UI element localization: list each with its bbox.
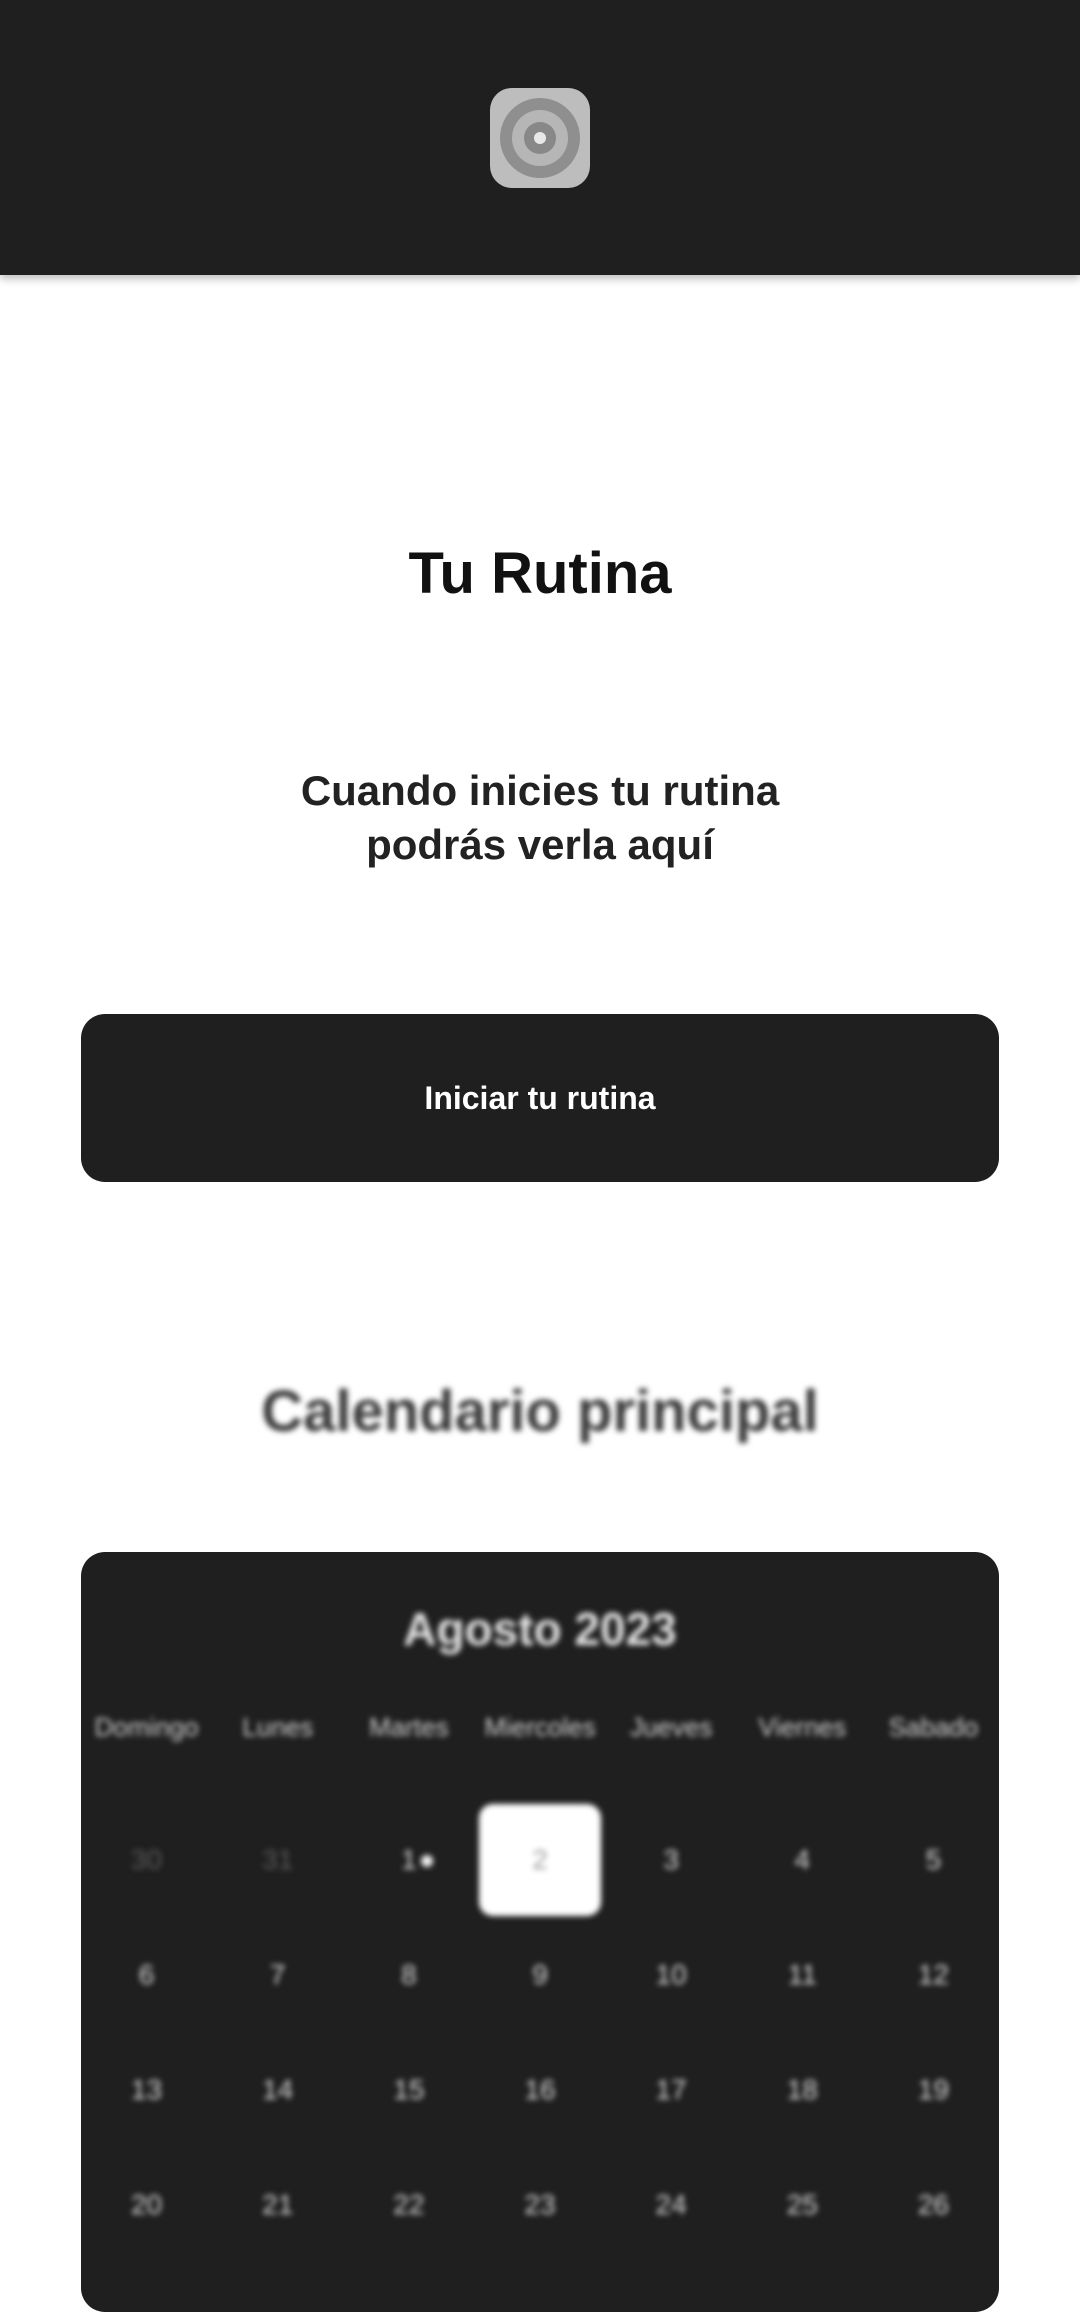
calendar-day[interactable]: 7 — [212, 1917, 343, 2032]
calendar-day-number: 9 — [532, 1958, 548, 1990]
calendar-day-number: 18 — [786, 2073, 818, 2105]
calendar-day-number: 22 — [393, 2188, 425, 2220]
calendar-day[interactable]: 12 — [868, 1917, 999, 2032]
calendar-day[interactable]: 1 — [343, 1802, 474, 1917]
calendar-day[interactable]: 18 — [737, 2032, 868, 2147]
calendar-day-selected[interactable]: 2 — [474, 1802, 605, 1917]
calendar-day[interactable]: 26 — [868, 2147, 999, 2262]
calendar-day-number: 4 — [794, 1843, 811, 1875]
weekday-label: Martes — [369, 1712, 449, 1742]
calendar-day[interactable]: 17 — [606, 2032, 737, 2147]
calendar-weekday-row: Domingo Lunes Martes Miercoles Jueves Vi… — [81, 1712, 999, 1743]
calendar-day-number: 3 — [663, 1843, 679, 1875]
calendar-week-row: 20 21 22 23 24 25 26 — [81, 2147, 999, 2262]
calendar-day-number: 31 — [262, 1843, 294, 1875]
calendar-day-number: 17 — [655, 2073, 687, 2105]
calendar-day-number: 12 — [917, 1958, 949, 1990]
page-title: Tu Rutina — [408, 541, 672, 606]
calendar-day-number: 11 — [787, 1958, 817, 1990]
calendar-day-number: 26 — [917, 2188, 949, 2220]
calendar-day[interactable]: 20 — [81, 2147, 212, 2262]
calendar-day-number: 25 — [786, 2188, 818, 2220]
calendar-day[interactable]: 5 — [868, 1802, 999, 1917]
calendar-day[interactable]: 16 — [474, 2032, 605, 2147]
calendar-day-number: 7 — [269, 1958, 286, 1990]
app-header — [0, 0, 1080, 275]
calendar-day[interactable]: 25 — [737, 2147, 868, 2262]
empty-state-message: Cuando inicies tu rutina podrás verla aq… — [240, 764, 840, 872]
calendar-day-number: 1 — [401, 1843, 417, 1875]
weekday-label: Domingo — [94, 1712, 199, 1742]
calendar-day-number: 20 — [130, 2188, 163, 2220]
start-routine-button[interactable]: Iniciar tu rutina — [81, 1014, 999, 1182]
calendar-day-number: 13 — [130, 2073, 163, 2105]
calendar-month-label: Agosto 2023 — [403, 1603, 677, 1655]
calendar-day[interactable]: 10 — [606, 1917, 737, 2032]
calendar-day-number: 23 — [524, 2188, 556, 2220]
calendar-day-number: 19 — [917, 2073, 949, 2105]
calendar-day-number: 5 — [925, 1843, 942, 1875]
calendar-day-number: 14 — [262, 2073, 294, 2105]
calendar-week-row: 13 14 15 16 17 18 19 — [81, 2032, 999, 2147]
mandala-logo-icon — [490, 88, 590, 188]
calendar-day[interactable]: 30 — [81, 1802, 212, 1917]
calendar-week-row: 6 7 8 9 10 11 12 — [81, 1917, 999, 2032]
calendar-week-row: 30 31 1 2 3 4 5 — [81, 1802, 999, 1917]
calendar-day[interactable]: 24 — [606, 2147, 737, 2262]
calendar-day[interactable]: 6 — [81, 1917, 212, 2032]
calendar-day[interactable]: 23 — [474, 2147, 605, 2262]
calendar-day[interactable]: 22 — [343, 2147, 474, 2262]
calendar-day-number: 16 — [524, 2073, 556, 2105]
calendar-day-number: 2 — [478, 1803, 601, 1916]
calendar-day-number: 15 — [393, 2073, 425, 2105]
calendar-day[interactable]: 15 — [343, 2032, 474, 2147]
calendar-day[interactable]: 8 — [343, 1917, 474, 2032]
calendar-card: Agosto 2023 Domingo Lunes Martes Miercol… — [81, 1552, 999, 2312]
calendar-day-number: 6 — [138, 1958, 155, 1990]
weekday-label: Viernes — [758, 1712, 847, 1742]
calendar-day[interactable]: 13 — [81, 2032, 212, 2147]
weekday-label: Jueves — [629, 1712, 713, 1742]
calendar-day[interactable]: 11 — [737, 1917, 868, 2032]
empty-state-line-1: Cuando inicies tu rutina — [300, 767, 780, 814]
calendar-day[interactable]: 14 — [212, 2032, 343, 2147]
calendar-day-number: 8 — [401, 1958, 417, 1990]
calendar-day[interactable]: 19 — [868, 2032, 999, 2147]
event-dot-icon — [421, 1855, 434, 1867]
calendar-day-number: 30 — [130, 1843, 163, 1875]
calendar-day[interactable]: 31 — [212, 1802, 343, 1917]
empty-state-line-2: podrás verla aquí — [366, 821, 714, 868]
weekday-label: Miercoles — [484, 1712, 596, 1742]
calendar-day-number: 24 — [655, 2188, 687, 2220]
calendar-heading: Calendario principal — [261, 1379, 819, 1444]
weekday-label: Lunes — [242, 1712, 314, 1742]
calendar-day-number: 21 — [262, 2188, 294, 2220]
calendar-day[interactable]: 9 — [474, 1917, 605, 2032]
calendar-day-number: 10 — [655, 1958, 687, 1990]
weekday-label: Sabado — [888, 1712, 979, 1742]
calendar-day[interactable]: 3 — [606, 1802, 737, 1917]
calendar-day-grid: 30 31 1 2 3 4 5 6 7 8 9 10 11 12 13 14 15 16 17 18 19 20 21 22 2… — [81, 1802, 999, 2262]
calendar-day[interactable]: 4 — [737, 1802, 868, 1917]
calendar-day[interactable]: 21 — [212, 2147, 343, 2262]
